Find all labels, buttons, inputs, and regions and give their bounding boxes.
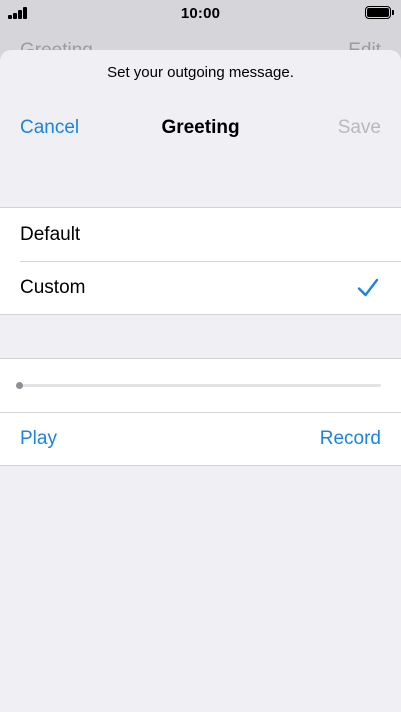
cancel-button[interactable]: Cancel — [20, 117, 79, 139]
greeting-option-label: Default — [20, 223, 81, 245]
status-time: 10:00 — [180, 5, 221, 22]
greeting-sheet: Set your outgoing message. Cancel Greeti… — [0, 50, 401, 712]
sheet-nav-bar: Cancel Greeting Save — [0, 112, 401, 144]
sheet-prompt: Set your outgoing message. — [107, 64, 294, 81]
greeting-option-label: Custom — [20, 276, 86, 298]
record-button[interactable]: Record — [320, 428, 381, 450]
greeting-option-custom[interactable]: Custom — [0, 261, 401, 314]
playback-controls: Play Record — [0, 412, 401, 465]
checkmark-icon — [357, 278, 379, 297]
greeting-player: Play Record — [0, 358, 401, 466]
playback-slider-track[interactable] — [19, 384, 381, 387]
greeting-option-default[interactable]: Default — [0, 208, 401, 261]
battery-full-icon — [365, 6, 394, 19]
playback-slider-knob[interactable] — [16, 382, 23, 389]
status-bar: 10:00 — [0, 0, 401, 28]
play-button[interactable]: Play — [20, 428, 57, 450]
save-button[interactable]: Save — [338, 117, 381, 139]
greeting-options-list: Default Custom — [0, 207, 401, 315]
playback-slider-row — [0, 359, 401, 412]
